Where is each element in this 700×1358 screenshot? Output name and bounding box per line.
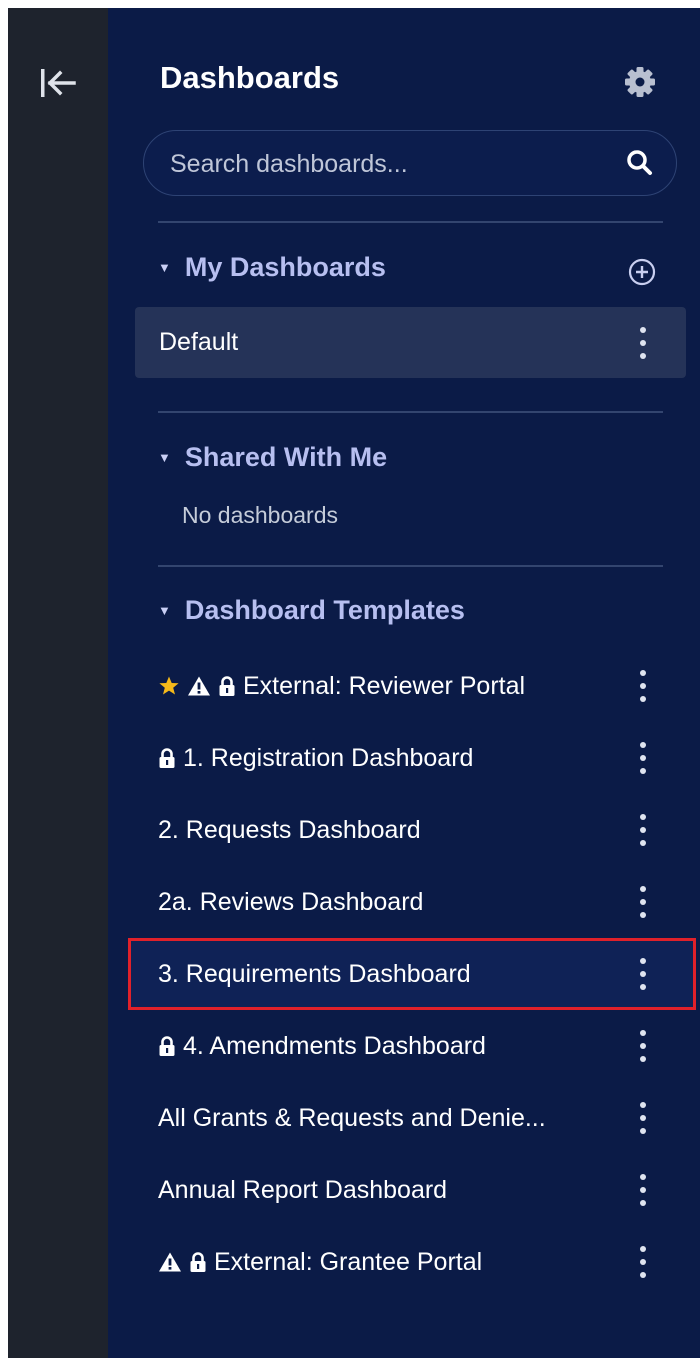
star-icon <box>159 676 179 695</box>
more-options-icon[interactable] <box>631 666 655 706</box>
warning-icon <box>159 1252 181 1272</box>
template-item-requirements-dashboard[interactable]: 3. Requirements Dashboard <box>128 938 696 1010</box>
dashboard-templates-label: Dashboard Templates <box>184 594 465 625</box>
template-item-label: 1. Registration Dashboard <box>183 744 474 772</box>
caret-down-icon: ▼ <box>158 259 171 275</box>
caret-down-icon: ▼ <box>158 449 171 465</box>
more-options-icon[interactable] <box>631 810 655 850</box>
template-item-label: External: Reviewer Portal <box>243 672 526 700</box>
lock-icon <box>190 1252 206 1272</box>
template-item-label: 3. Requirements Dashboard <box>158 960 471 988</box>
template-item-external-grantee-portal[interactable]: External: Grantee Portal <box>128 1226 700 1298</box>
panel-title: Dashboards <box>160 60 340 95</box>
template-item-registration-dashboard[interactable]: 1. Registration Dashboard <box>128 722 700 794</box>
caret-down-icon: ▼ <box>158 602 171 618</box>
plus-circle-icon[interactable] <box>626 256 658 288</box>
template-item-reviews-dashboard[interactable]: 2a. Reviews Dashboard <box>128 866 700 938</box>
settings-button[interactable] <box>622 64 658 100</box>
template-item-label: 4. Amendments Dashboard <box>183 1032 486 1060</box>
dashboard-item-default[interactable]: Default <box>135 307 686 378</box>
divider <box>158 221 663 223</box>
template-item-label: 2a. Reviews Dashboard <box>158 888 424 916</box>
empty-state-text: No dashboards <box>182 502 338 528</box>
shared-with-me-label: Shared With Me <box>184 441 388 472</box>
search-box <box>143 130 677 196</box>
template-item-label: Annual Report Dashboard <box>158 1176 448 1204</box>
more-options-icon[interactable] <box>631 882 655 922</box>
template-item-label: 2. Requests Dashboard <box>158 816 421 844</box>
my-dashboards-header[interactable]: ▼ My Dashboards <box>158 249 386 285</box>
template-item-requests-dashboard[interactable]: 2. Requests Dashboard <box>128 794 700 866</box>
dashboard-templates-header[interactable]: ▼ Dashboard Templates <box>158 592 465 628</box>
lock-icon <box>159 1036 175 1056</box>
more-options-icon[interactable] <box>631 1242 655 1282</box>
more-options-icon[interactable] <box>631 1170 655 1210</box>
more-options-icon[interactable] <box>631 738 655 778</box>
dashboards-panel: Dashboards ▼ My Dashboards Default <box>108 8 700 1358</box>
shared-with-me-header[interactable]: ▼ Shared With Me <box>158 439 387 475</box>
divider <box>158 565 663 567</box>
my-dashboards-label: My Dashboards <box>184 251 386 282</box>
more-options-icon[interactable] <box>631 323 655 363</box>
gear-icon <box>625 67 655 97</box>
template-item-amendments-dashboard[interactable]: 4. Amendments Dashboard <box>128 1010 700 1082</box>
search-input[interactable] <box>168 144 612 184</box>
template-item-external-reviewer-portal[interactable]: External: Reviewer Portal <box>128 650 700 722</box>
divider <box>158 411 663 413</box>
more-options-icon[interactable] <box>631 1098 655 1138</box>
collapse-sidebar-button[interactable] <box>38 63 78 103</box>
warning-icon <box>188 676 210 696</box>
template-item-all-grants-requests[interactable]: All Grants & Requests and Denie... <box>128 1082 700 1154</box>
collapsed-rail <box>8 8 108 1358</box>
more-options-icon[interactable] <box>631 954 655 994</box>
dashboard-item-label: Default <box>159 328 239 356</box>
collapse-left-icon <box>41 69 76 97</box>
more-options-icon[interactable] <box>631 1026 655 1066</box>
lock-icon <box>219 676 235 696</box>
template-item-annual-report-dashboard[interactable]: Annual Report Dashboard <box>128 1154 700 1226</box>
search-icon[interactable] <box>624 147 656 179</box>
lock-icon <box>159 748 175 768</box>
template-item-label: External: Grantee Portal <box>214 1248 483 1276</box>
template-item-label: All Grants & Requests and Denie... <box>158 1104 546 1132</box>
